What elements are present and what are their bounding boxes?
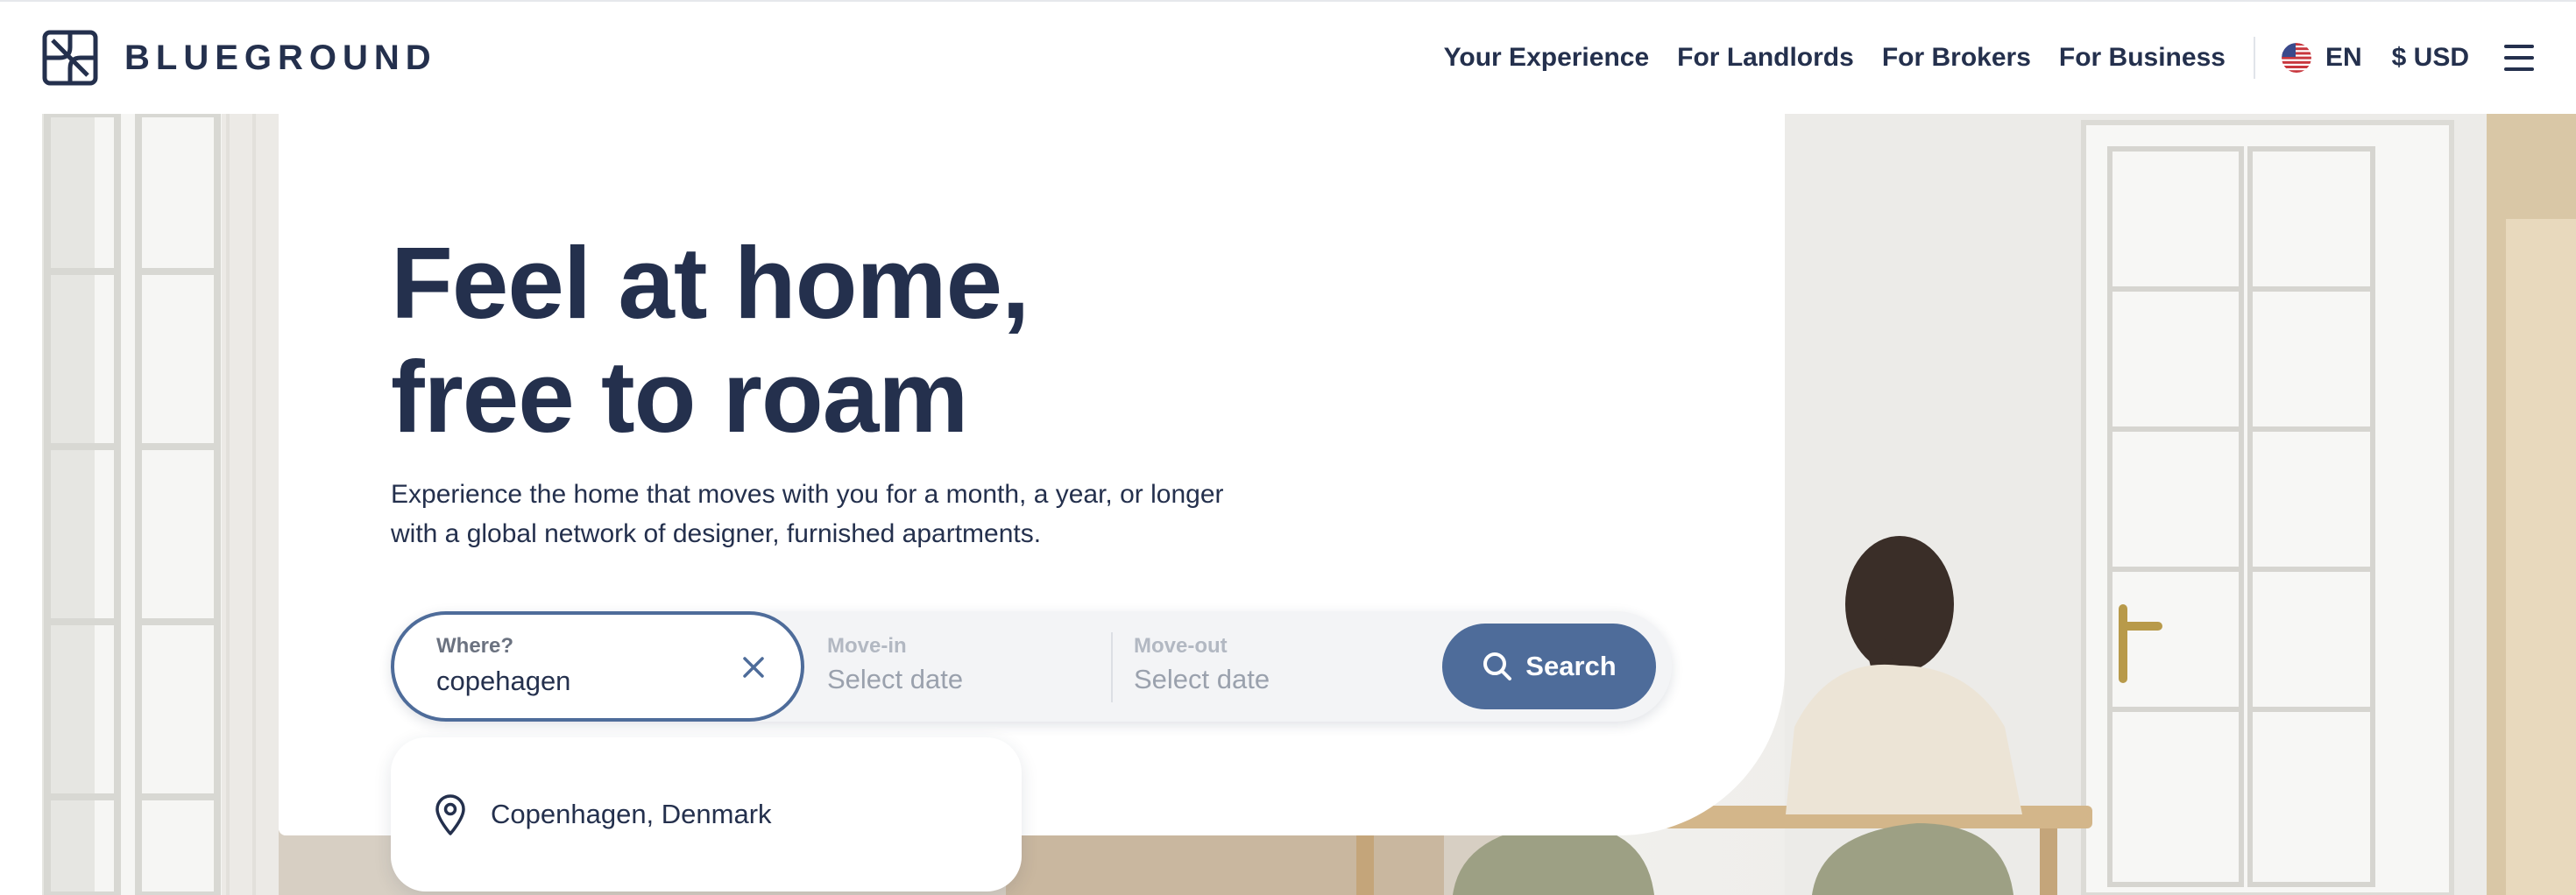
search-icon bbox=[1483, 652, 1512, 680]
move-in-label: Move-in bbox=[827, 634, 907, 658]
move-out-placeholder: Select date bbox=[1134, 664, 1270, 694]
move-out-field[interactable]: Move-out Select date bbox=[1111, 611, 1391, 722]
logo-text: BLUEGROUND bbox=[124, 39, 437, 77]
move-in-field[interactable]: Move-in Select date bbox=[804, 611, 1093, 722]
clear-icon[interactable] bbox=[736, 650, 771, 685]
hero-headline: Feel at home, free to roam bbox=[391, 226, 1179, 454]
nav-divider bbox=[2253, 37, 2255, 79]
page: BLUEGROUND Your Experience For Landlords… bbox=[0, 0, 2576, 895]
location-pin-icon bbox=[435, 794, 465, 835]
headline-line-2: free to roam bbox=[391, 340, 968, 454]
site-header: BLUEGROUND Your Experience For Landlords… bbox=[0, 0, 2576, 114]
language-label: EN bbox=[2325, 43, 2362, 72]
search-button[interactable]: Search bbox=[1442, 624, 1656, 709]
move-in-placeholder: Select date bbox=[827, 664, 964, 694]
where-input[interactable]: Where? copehagen bbox=[391, 611, 804, 722]
hamburger-menu-icon[interactable] bbox=[2504, 45, 2534, 71]
suggestion-label: Copenhagen, Denmark bbox=[491, 799, 772, 829]
nav-for-brokers[interactable]: For Brokers bbox=[1882, 43, 2031, 73]
location-suggestions: Copenhagen, Denmark bbox=[391, 737, 1022, 891]
search-button-label: Search bbox=[1525, 651, 1617, 681]
nav-for-landlords[interactable]: For Landlords bbox=[1677, 43, 1854, 73]
logo[interactable]: BLUEGROUND bbox=[42, 30, 437, 86]
nav-for-business[interactable]: For Business bbox=[2059, 43, 2226, 73]
headline-line-1: Feel at home, bbox=[391, 226, 1030, 340]
suggestion-item[interactable]: Copenhagen, Denmark bbox=[433, 788, 772, 841]
main-nav: Your Experience For Landlords For Broker… bbox=[1444, 32, 2534, 84]
move-out-label: Move-out bbox=[1134, 634, 1228, 658]
language-selector[interactable]: EN bbox=[2281, 43, 2362, 73]
nav-your-experience[interactable]: Your Experience bbox=[1444, 43, 1650, 73]
where-value[interactable]: copehagen bbox=[436, 666, 570, 697]
subtext-line-1: Experience the home that moves with you … bbox=[391, 480, 1224, 509]
hero-subtext: Experience the home that moves with you … bbox=[391, 475, 1267, 553]
where-label: Where? bbox=[436, 634, 514, 658]
search-bar: Where? copehagen Move-in Select date Mov… bbox=[391, 611, 1672, 722]
subtext-line-2: with a global network of designer, furni… bbox=[391, 519, 1042, 548]
us-flag-icon bbox=[2281, 43, 2311, 73]
blueground-logo-icon bbox=[42, 30, 98, 86]
currency-selector[interactable]: $ USD bbox=[2392, 43, 2469, 73]
